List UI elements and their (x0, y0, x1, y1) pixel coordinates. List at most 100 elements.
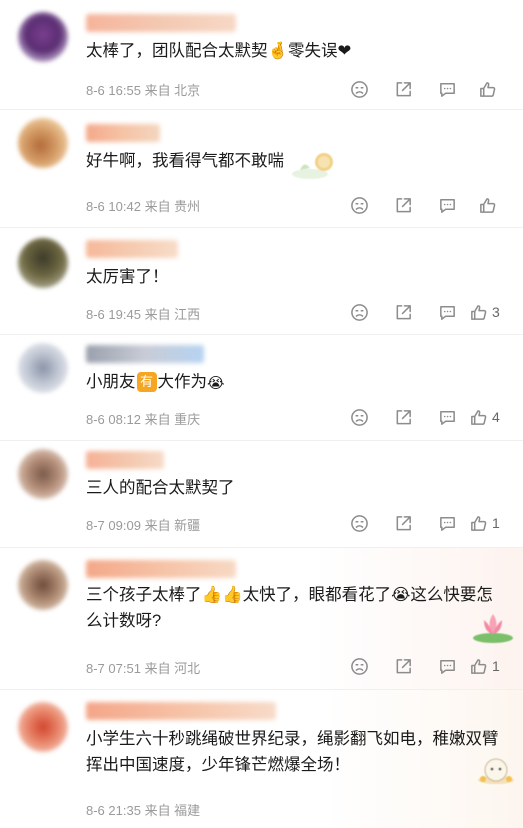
share-button[interactable] (381, 512, 425, 534)
comment-meta: 8-7 09:09 来自 新疆 (86, 515, 200, 534)
thumbs-up-icon (471, 409, 487, 425)
avatar[interactable] (18, 238, 68, 288)
share-button[interactable] (381, 406, 425, 428)
username[interactable] (86, 560, 236, 578)
frown-face-icon (350, 196, 368, 214)
username[interactable] (86, 14, 236, 32)
comment-location: 来自 江西 (144, 307, 201, 322)
comment-text: 小学生六十秒跳绳破世界纪录，绳影翻飞如电，稚嫩双臂挥出中国速度，少年锋芒燃爆全场… (86, 730, 499, 774)
comment-meta: 8-6 19:45 来自 江西 (86, 304, 200, 323)
share-icon (396, 81, 411, 96)
comment-text: 三个孩子太棒了👍👍太快了，眼都看花了😭这么快要怎么计数呀? (86, 586, 493, 630)
report-button[interactable] (337, 78, 381, 100)
avatar[interactable] (18, 702, 68, 752)
comment-actions (337, 194, 509, 216)
reply-button[interactable] (425, 78, 469, 100)
report-button[interactable] (337, 655, 381, 677)
username[interactable] (86, 345, 204, 363)
share-button[interactable] (381, 194, 425, 216)
comment-time: 8-6 21:35 (86, 803, 141, 818)
share-button[interactable] (381, 655, 425, 677)
like-count: 3 (492, 304, 500, 320)
report-button[interactable] (337, 512, 381, 534)
frown-face-icon (350, 303, 368, 321)
comment-location: 来自 贵州 (144, 199, 201, 214)
reply-button[interactable] (425, 655, 469, 677)
like-button[interactable]: 1 (469, 655, 509, 677)
avatar[interactable] (18, 118, 68, 168)
username[interactable] (86, 124, 160, 142)
comment-bubble-icon (439, 82, 455, 97)
thumbs-up-icon (479, 197, 495, 213)
comment-text: 三人的配合太默契了 (86, 479, 235, 497)
comment-item: 太棒了，团队配合太默契🤞零失误❤ 8-6 16:55 来自 北京 (0, 0, 523, 110)
comment-location: 来自 福建 (144, 803, 201, 818)
sticker-image (290, 148, 340, 182)
comment-bubble-icon (439, 410, 455, 425)
comment-item: 三人的配合太默契了 8-7 09:09 来自 新疆 1 (0, 441, 523, 548)
username[interactable] (86, 702, 276, 720)
comment-meta: 8-6 08:12 来自 重庆 (86, 409, 200, 428)
comment-text: 小朋友有大作为😭 (86, 369, 509, 397)
thumbs-up-icon (471, 304, 487, 320)
reply-button[interactable] (425, 194, 469, 216)
like-count: 1 (492, 658, 500, 674)
lotus-sticker-image (470, 608, 516, 644)
reply-button[interactable] (425, 301, 469, 323)
like-button[interactable]: 3 (469, 301, 509, 323)
comment-time: 8-6 19:45 (86, 307, 141, 322)
comment-text: 太棒了，团队配合太默契🤞零失误❤ (86, 42, 352, 60)
frown-face-icon (350, 408, 368, 426)
comment-bubble-icon (439, 305, 455, 320)
comment-actions: 3 (337, 301, 509, 323)
like-button[interactable] (469, 78, 509, 100)
comment-location: 来自 新疆 (144, 518, 201, 533)
like-button[interactable] (469, 194, 509, 216)
comment-actions: 1 (337, 655, 509, 677)
comment-location: 来自 北京 (144, 83, 201, 98)
reply-button[interactable] (425, 406, 469, 428)
cat-sticker-image (474, 752, 518, 786)
frown-face-icon (350, 514, 368, 532)
comment-meta: 8-6 16:55 来自 北京 (86, 80, 200, 99)
share-button[interactable] (381, 78, 425, 100)
comment-time: 8-6 10:42 (86, 199, 141, 214)
avatar[interactable] (18, 560, 68, 610)
comment-item: 三个孩子太棒了👍👍太快了，眼都看花了😭这么快要怎么计数呀? 8-7 07:51 … (0, 548, 523, 690)
share-icon (396, 304, 411, 319)
comment-meta: 8-6 10:42 来自 贵州 (86, 196, 200, 215)
comment-bubble-icon (439, 659, 455, 674)
like-count: 1 (492, 515, 500, 531)
reply-button[interactable] (425, 512, 469, 534)
comment-actions: 1 (337, 512, 509, 534)
crying-face-icon: 😭 (207, 375, 225, 392)
avatar[interactable] (18, 449, 68, 499)
comment-item: 小学生六十秒跳绳破世界纪录，绳影翻飞如电，稚嫩双臂挥出中国速度，少年锋芒燃爆全场… (0, 690, 523, 828)
thumbs-up-icon (471, 658, 487, 674)
username[interactable] (86, 451, 164, 469)
comment-bubble-icon (439, 516, 455, 531)
comment-location: 来自 河北 (144, 661, 201, 676)
report-button[interactable] (337, 194, 381, 216)
share-button[interactable] (381, 301, 425, 323)
thumbs-up-icon (479, 81, 495, 97)
like-button[interactable]: 1 (469, 512, 509, 534)
report-button[interactable] (337, 406, 381, 428)
frown-face-icon (350, 80, 368, 98)
share-icon (396, 658, 411, 673)
share-icon (396, 515, 411, 530)
comment-time: 8-7 09:09 (86, 518, 141, 533)
avatar[interactable] (18, 12, 68, 62)
like-button[interactable]: 4 (469, 406, 509, 428)
you-badge-emoji: 有 (136, 372, 157, 392)
comment-meta: 8-6 21:35 来自 福建 (86, 800, 200, 819)
comment-meta: 8-7 07:51 来自 河北 (86, 658, 200, 677)
like-count: 4 (492, 409, 500, 425)
comment-item: 好牛啊，我看得气都不敢喘 8-6 10:42 来自 贵州 (0, 110, 523, 228)
avatar[interactable] (18, 343, 68, 393)
share-icon (396, 197, 411, 212)
comment-bubble-icon (439, 198, 455, 213)
comment-actions: 4 (337, 406, 509, 428)
report-button[interactable] (337, 301, 381, 323)
username[interactable] (86, 240, 178, 258)
